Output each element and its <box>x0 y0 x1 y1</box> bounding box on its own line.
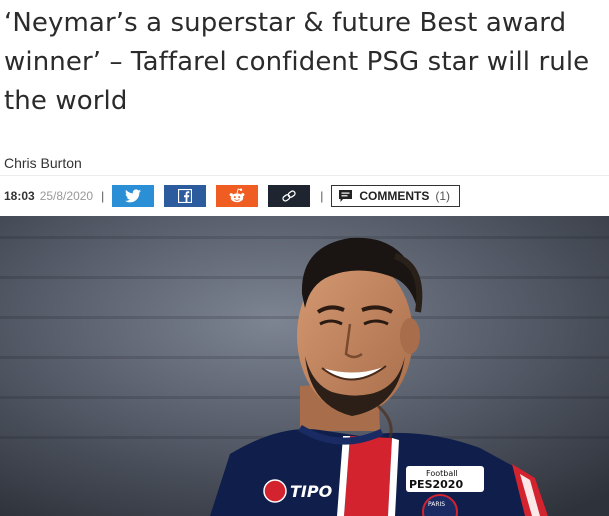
author-name[interactable]: Chris Burton <box>4 155 82 171</box>
link-icon <box>282 190 296 202</box>
reddit-share-button[interactable] <box>216 185 259 207</box>
copy-link-button[interactable] <box>268 185 311 207</box>
twitter-bird-icon <box>125 189 142 203</box>
reddit-icon <box>229 188 245 203</box>
sleeve-badge-line1: Football <box>426 469 458 478</box>
comment-bubble-icon <box>339 190 353 202</box>
article-headline: ‘Neymar’s a superstar & future Best awar… <box>4 8 590 116</box>
shirt-sponsor-text: TIPO <box>290 482 333 501</box>
comments-count: (1) <box>435 189 451 203</box>
hero-photo-illustration: TIPO Football PES2020 PARIS <box>0 216 609 516</box>
facebook-icon <box>178 189 193 203</box>
publish-date: 25/8/2020 <box>39 189 94 203</box>
separator: | <box>101 189 105 203</box>
sleeve-badge-line2: PES2020 <box>409 478 463 491</box>
comments-label: COMMENTS <box>359 189 430 203</box>
publish-time: 18:03 <box>4 189 35 203</box>
separator: | <box>320 189 324 203</box>
crest-text: PARIS <box>428 501 445 508</box>
comments-button[interactable]: COMMENTS (1) <box>331 185 461 207</box>
facebook-share-button[interactable] <box>164 185 207 207</box>
article-meta-bar: 18:03 25/8/2020 | | COMMENTS (1) <box>4 184 461 208</box>
hero-photo[interactable]: TIPO Football PES2020 PARIS <box>0 216 609 516</box>
twitter-share-button[interactable] <box>112 185 155 207</box>
divider <box>0 175 609 176</box>
